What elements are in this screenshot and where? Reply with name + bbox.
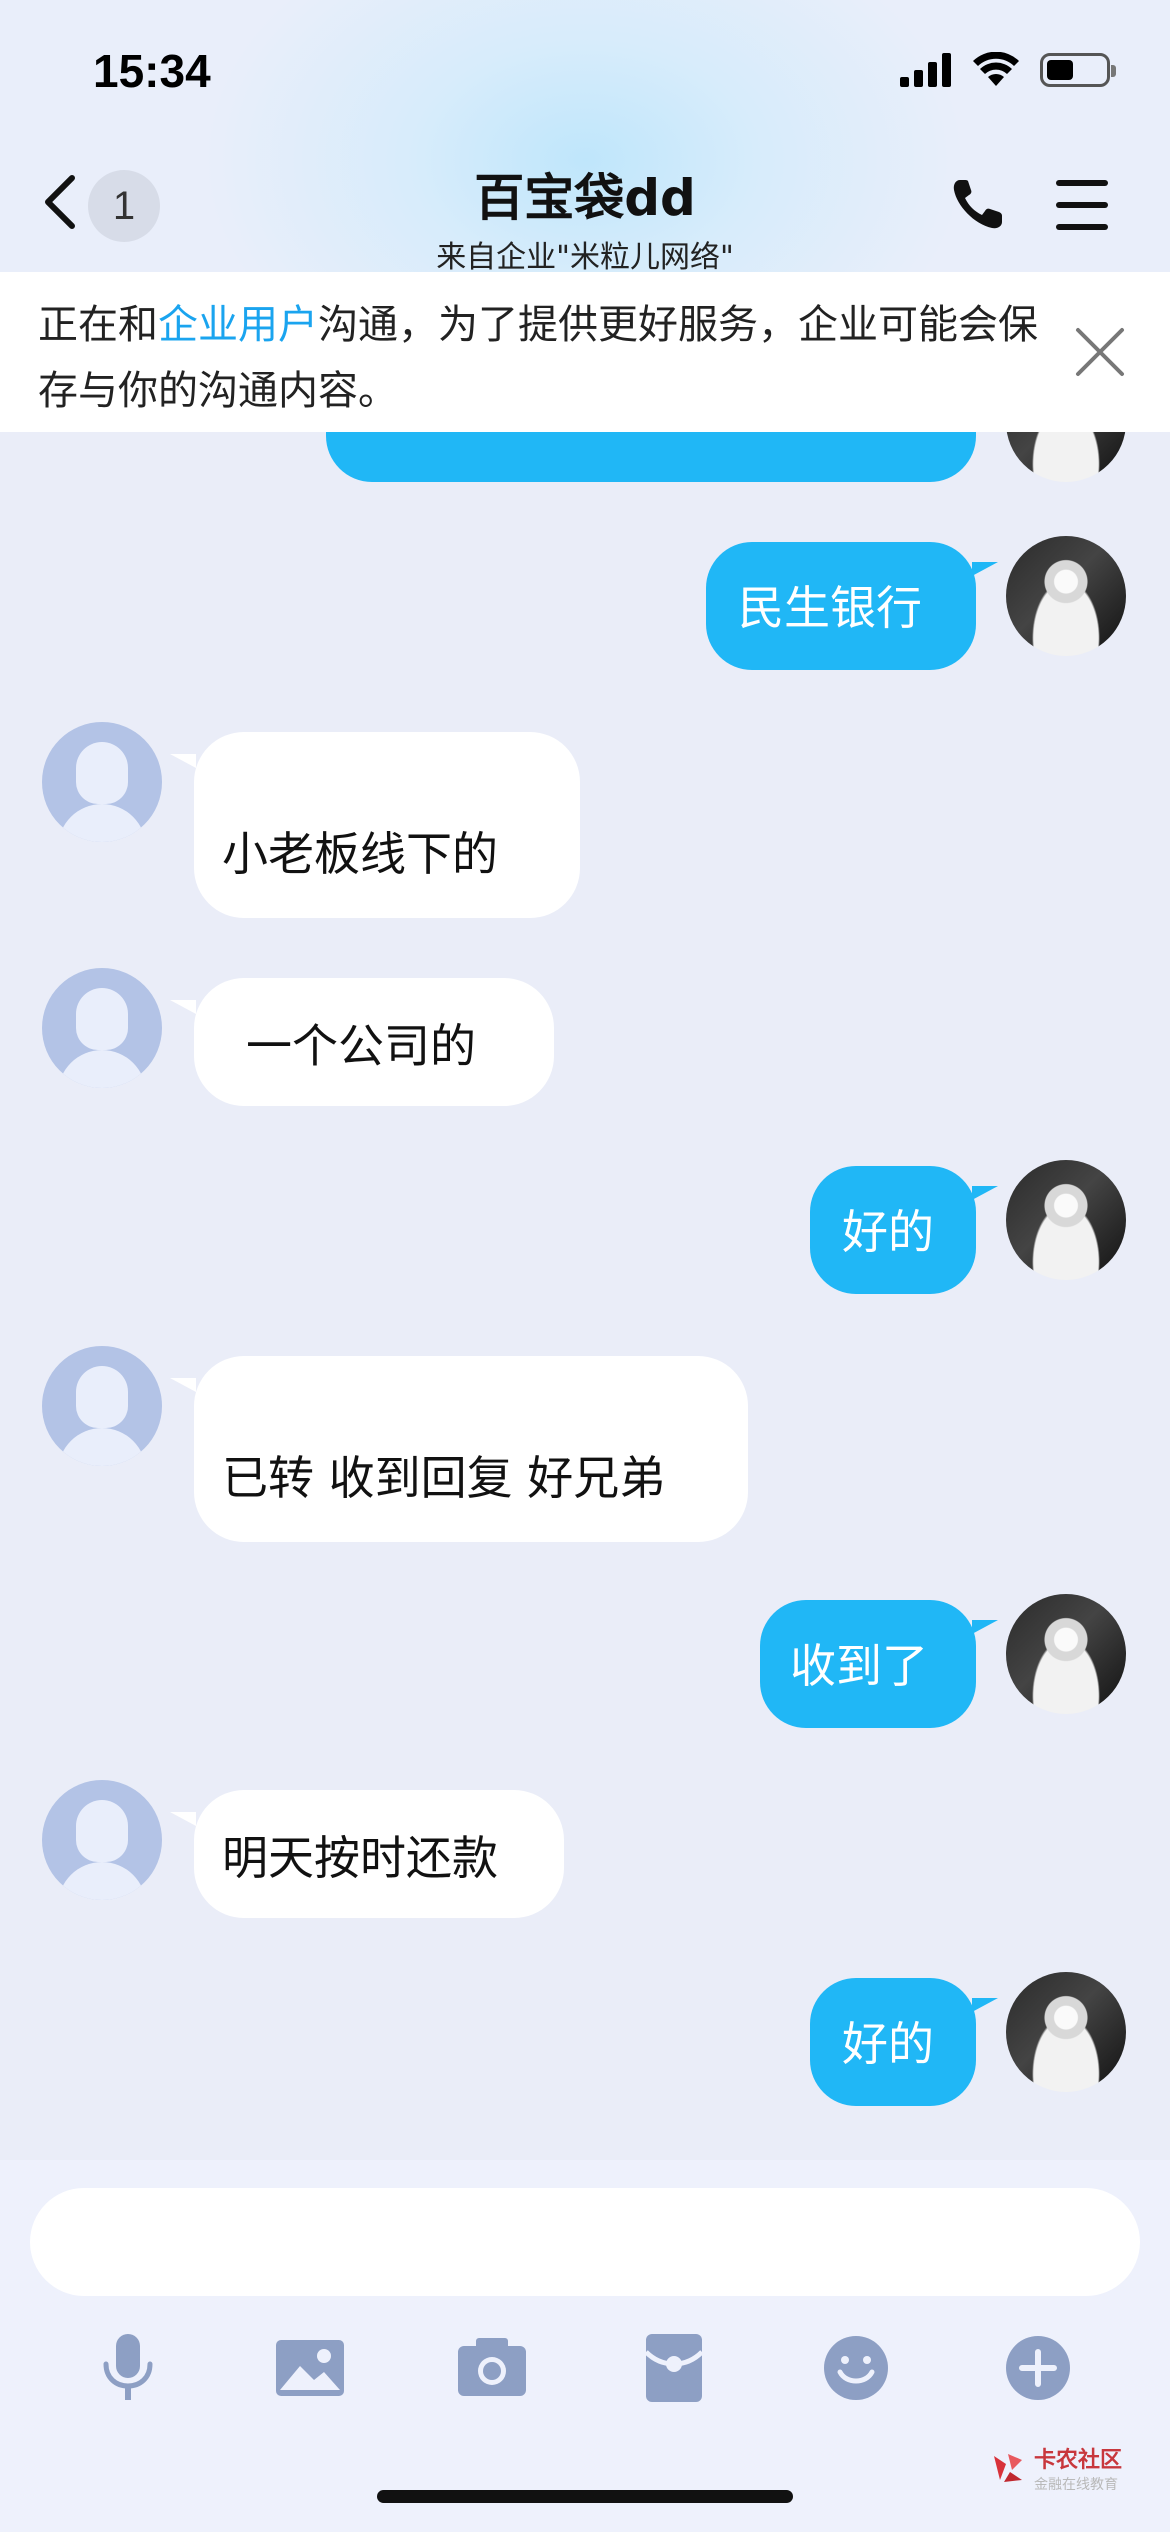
message-text: 收到了 — [790, 1639, 928, 1693]
my-avatar[interactable] — [1006, 432, 1126, 482]
menu-icon[interactable] — [1056, 180, 1108, 230]
message-bubble-sent[interactable]: 好的 — [810, 1166, 976, 1294]
chat-area[interactable]: 民生银行 小老板线下的 一个公司的 好的 已转 收到回复 好兄弟 收到了 明天按… — [0, 432, 1170, 2160]
plus-icon[interactable] — [998, 2328, 1078, 2408]
banner-text: 正在和企业用户沟通，为了提供更好服务，企业可能会保存与你的沟通内容。 — [38, 292, 1038, 424]
bubble-tail — [170, 1378, 196, 1392]
bubble-tail — [972, 1186, 998, 1200]
image-icon[interactable] — [270, 2328, 350, 2408]
watermark-logo: 卡农社区 金融在线教育 — [990, 2442, 1122, 2494]
watermark-tagline: 金融在线教育 — [1034, 2477, 1118, 2493]
message-text: 小老板线下的 — [222, 827, 498, 881]
bubble-tail — [972, 1998, 998, 2012]
watermark-name: 卡农社区 — [1034, 2448, 1123, 2473]
my-avatar[interactable] — [1006, 1160, 1126, 1280]
message-bubble-received[interactable]: 已转 收到回复 好兄弟 — [194, 1356, 748, 1542]
message-text: 已转 收到回复 好兄弟 — [222, 1451, 666, 1505]
my-avatar[interactable] — [1006, 536, 1126, 656]
my-avatar[interactable] — [1006, 1972, 1126, 2092]
status-icons — [900, 52, 1116, 88]
wifi-icon — [973, 52, 1019, 86]
contact-avatar[interactable] — [42, 1346, 162, 1466]
message-text: 明天按时还款 — [222, 1831, 498, 1885]
message-text: 好的 — [842, 1205, 934, 1259]
contact-avatar[interactable] — [42, 968, 162, 1088]
message-bubble-partial[interactable] — [326, 432, 976, 482]
bubble-tail — [170, 754, 196, 768]
bubble-tail — [170, 1812, 196, 1826]
message-input[interactable] — [30, 2188, 1140, 2296]
bubble-tail — [972, 1620, 998, 1634]
message-text: 一个公司的 — [246, 1019, 476, 1073]
message-text: 好的 — [842, 2017, 934, 2071]
message-bubble-received[interactable]: 小老板线下的 — [194, 732, 580, 918]
message-text: 民生银行 — [738, 581, 922, 635]
contact-avatar[interactable] — [42, 1780, 162, 1900]
phone-icon[interactable] — [950, 176, 1006, 232]
bubble-tail — [170, 1000, 196, 1014]
emoji-icon[interactable] — [816, 2328, 896, 2408]
home-indicator[interactable] — [377, 2490, 793, 2503]
banner-text-before: 正在和 — [38, 302, 158, 348]
privacy-banner: 正在和企业用户沟通，为了提供更好服务，企业可能会保存与你的沟通内容。 — [0, 272, 1170, 432]
banner-highlight-link[interactable]: 企业用户 — [158, 302, 318, 348]
microphone-icon[interactable] — [88, 2328, 168, 2408]
message-bubble-sent[interactable]: 民生银行 — [706, 542, 976, 670]
message-bubble-sent[interactable]: 好的 — [810, 1978, 976, 2106]
message-bubble-received[interactable]: 一个公司的 — [194, 978, 554, 1106]
chat-subtitle: 来自企业"米粒儿网络" — [436, 240, 734, 275]
red-packet-icon[interactable] — [634, 2328, 714, 2408]
message-bubble-sent[interactable]: 收到了 — [760, 1600, 976, 1728]
close-icon[interactable] — [1070, 322, 1130, 382]
signal-icon — [900, 53, 951, 87]
bubble-tail — [972, 562, 998, 576]
message-bubble-received[interactable]: 明天按时还款 — [194, 1790, 564, 1918]
my-avatar[interactable] — [1006, 1594, 1126, 1714]
status-time: 15:34 — [93, 45, 211, 97]
battery-icon — [1040, 53, 1116, 87]
camera-icon[interactable] — [452, 2328, 532, 2408]
contact-avatar[interactable] — [42, 722, 162, 842]
kanong-logo-icon — [994, 2454, 1022, 2482]
status-bar: 15:34 — [0, 0, 1170, 150]
